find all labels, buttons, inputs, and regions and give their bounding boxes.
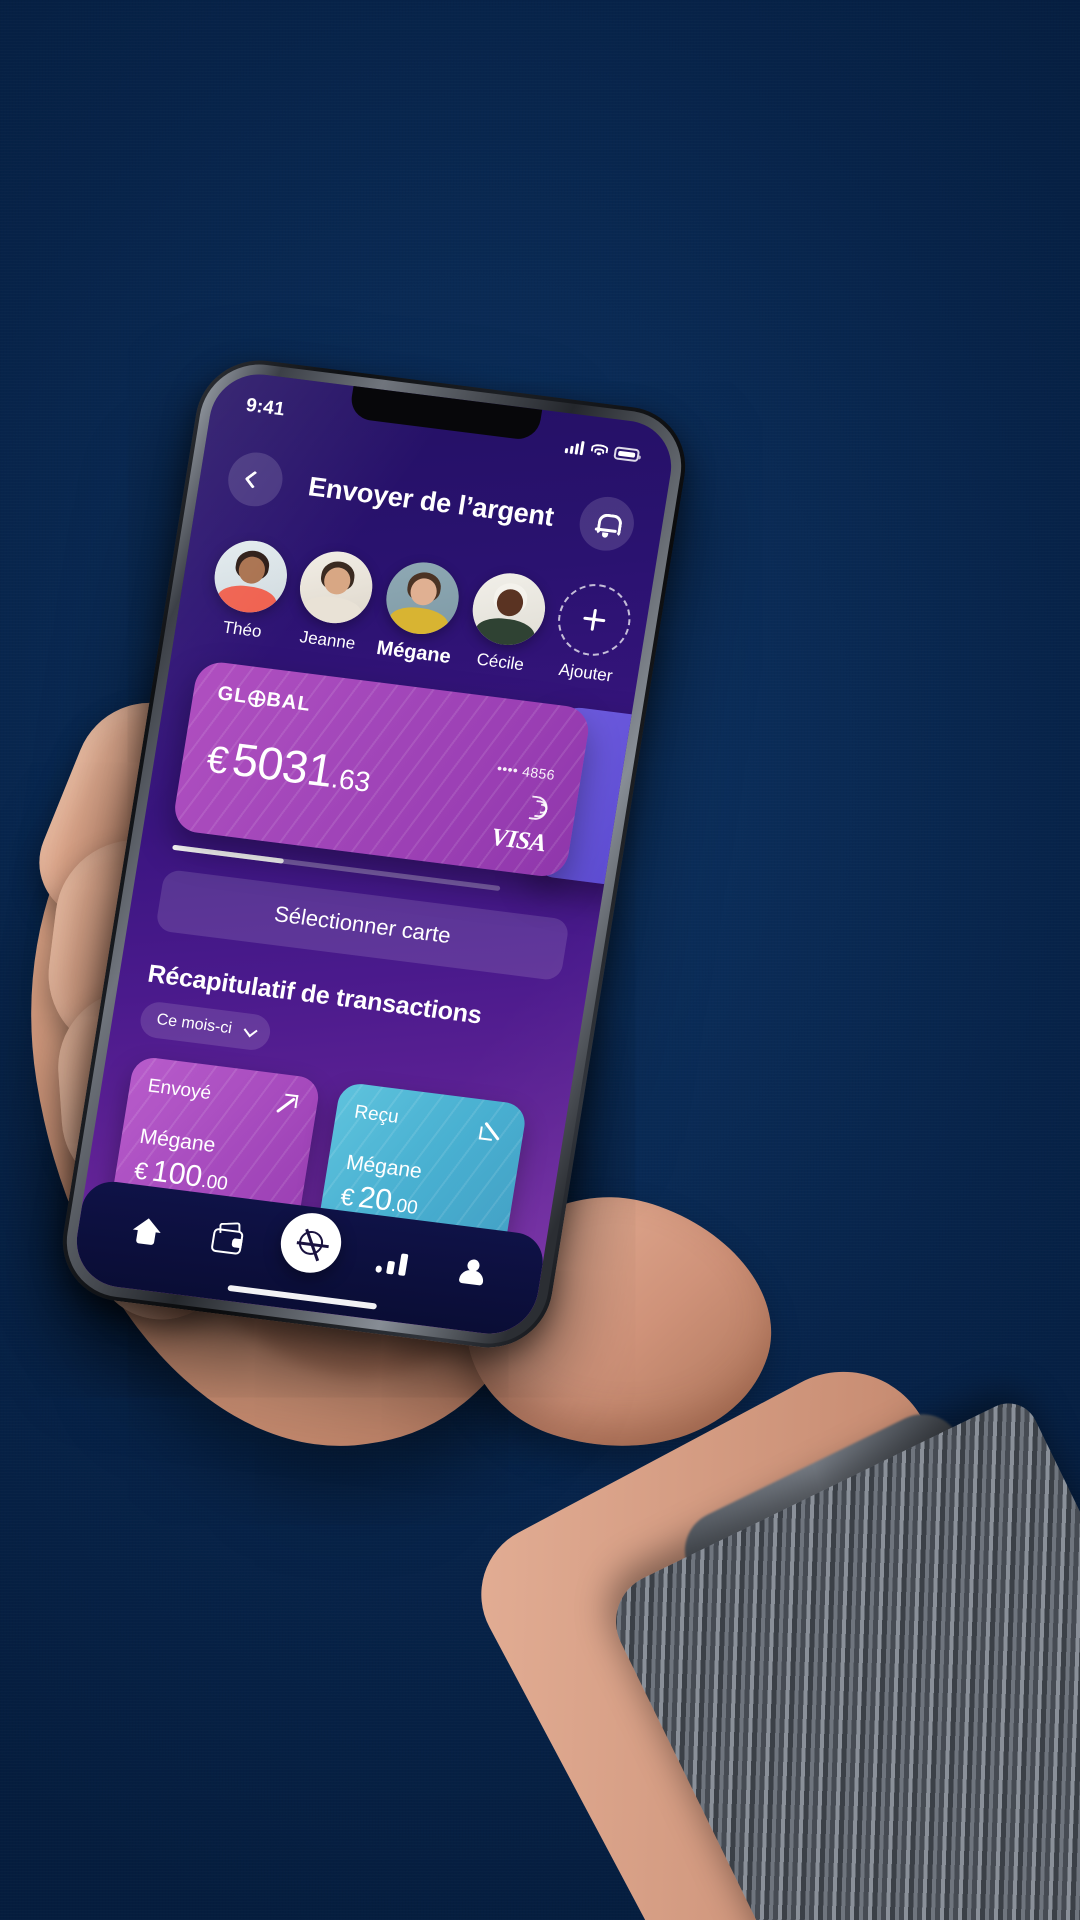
- contact-item-jeanne[interactable]: Jeanne: [290, 547, 378, 658]
- arrow-up-right-icon: [271, 1089, 301, 1118]
- page-title: Envoyer de l’argent: [306, 470, 557, 532]
- contact-item-theo[interactable]: Théo: [204, 536, 293, 647]
- select-card-button[interactable]: Sélectionner carte: [155, 868, 570, 982]
- contact-item-megane[interactable]: Mégane: [375, 558, 465, 669]
- transfer-globe-icon: [297, 1229, 325, 1257]
- plus-icon: [582, 608, 607, 632]
- add-contact-label: Ajouter: [557, 659, 614, 686]
- chevron-left-icon: [244, 470, 263, 489]
- contact-name: Mégane: [375, 636, 453, 669]
- balance-integer: 5031: [228, 732, 337, 797]
- avatar: [381, 558, 465, 639]
- currency-symbol: €: [338, 1183, 357, 1212]
- card-brand-text-1: GL: [215, 682, 250, 708]
- signal-bars-icon: [564, 439, 585, 456]
- arrow-down-left-icon: [477, 1115, 507, 1144]
- nav-item-transfer[interactable]: [276, 1209, 346, 1277]
- back-button[interactable]: [224, 449, 287, 510]
- contacts-row: Théo Jeanne Mégane Cécile Ajouter: [202, 536, 636, 689]
- bank-card[interactable]: GL BAL € 5031.63 •••• 4856 VISA: [171, 659, 592, 880]
- add-contact-button[interactable]: Ajouter: [548, 579, 636, 691]
- avatar: [209, 536, 293, 617]
- contact-name: Cécile: [475, 649, 526, 675]
- battery-icon: [613, 446, 641, 463]
- home-icon: [131, 1217, 163, 1246]
- amount-decimal: .00: [199, 1170, 230, 1195]
- contactless-icon: [521, 794, 550, 823]
- dashed-circle: [552, 579, 636, 660]
- amount-integer: 20: [356, 1180, 395, 1218]
- period-filter-value: Ce mois-ci: [155, 1011, 234, 1038]
- card-content: GL BAL € 5031.63 •••• 4856 VISA: [171, 660, 592, 879]
- notifications-button[interactable]: [575, 493, 638, 554]
- card-brand-text-2: BAL: [264, 688, 313, 716]
- contact-name: Théo: [221, 617, 263, 642]
- card-balance: € 5031.63: [203, 729, 557, 826]
- amount-decimal: .00: [389, 1194, 420, 1219]
- bar-chart-icon: [374, 1248, 409, 1276]
- select-card-label: Sélectionner carte: [272, 901, 453, 949]
- nav-item-statistics[interactable]: [360, 1236, 423, 1288]
- contact-item-cecile[interactable]: Cécile: [462, 569, 551, 680]
- status-time: 9:41: [244, 394, 287, 421]
- avatar: [467, 569, 551, 650]
- nav-item-profile[interactable]: [440, 1246, 503, 1298]
- currency-symbol: €: [132, 1157, 150, 1186]
- transaction-header: Reçu: [352, 1100, 507, 1145]
- chevron-down-icon: [243, 1023, 258, 1038]
- avatar: [294, 547, 378, 628]
- app-header: Envoyer de l’argent: [224, 449, 638, 554]
- balance-decimal: .63: [329, 762, 373, 798]
- bell-icon: [594, 511, 620, 538]
- currency-symbol: €: [203, 738, 232, 783]
- card-network-logo: VISA: [489, 823, 548, 858]
- nav-item-home[interactable]: [116, 1205, 179, 1257]
- wifi-icon: [589, 443, 609, 458]
- period-filter-dropdown[interactable]: Ce mois-ci: [137, 1000, 273, 1052]
- transaction-label: Envoyé: [146, 1075, 213, 1105]
- transaction-label: Reçu: [352, 1101, 401, 1128]
- contact-name: Jeanne: [298, 627, 357, 653]
- transaction-header: Envoyé: [146, 1074, 301, 1119]
- globe-icon: [247, 689, 267, 709]
- person-icon: [458, 1258, 486, 1287]
- nav-item-wallet[interactable]: [196, 1215, 259, 1267]
- status-indicators: [564, 439, 641, 463]
- wallet-icon: [210, 1227, 245, 1256]
